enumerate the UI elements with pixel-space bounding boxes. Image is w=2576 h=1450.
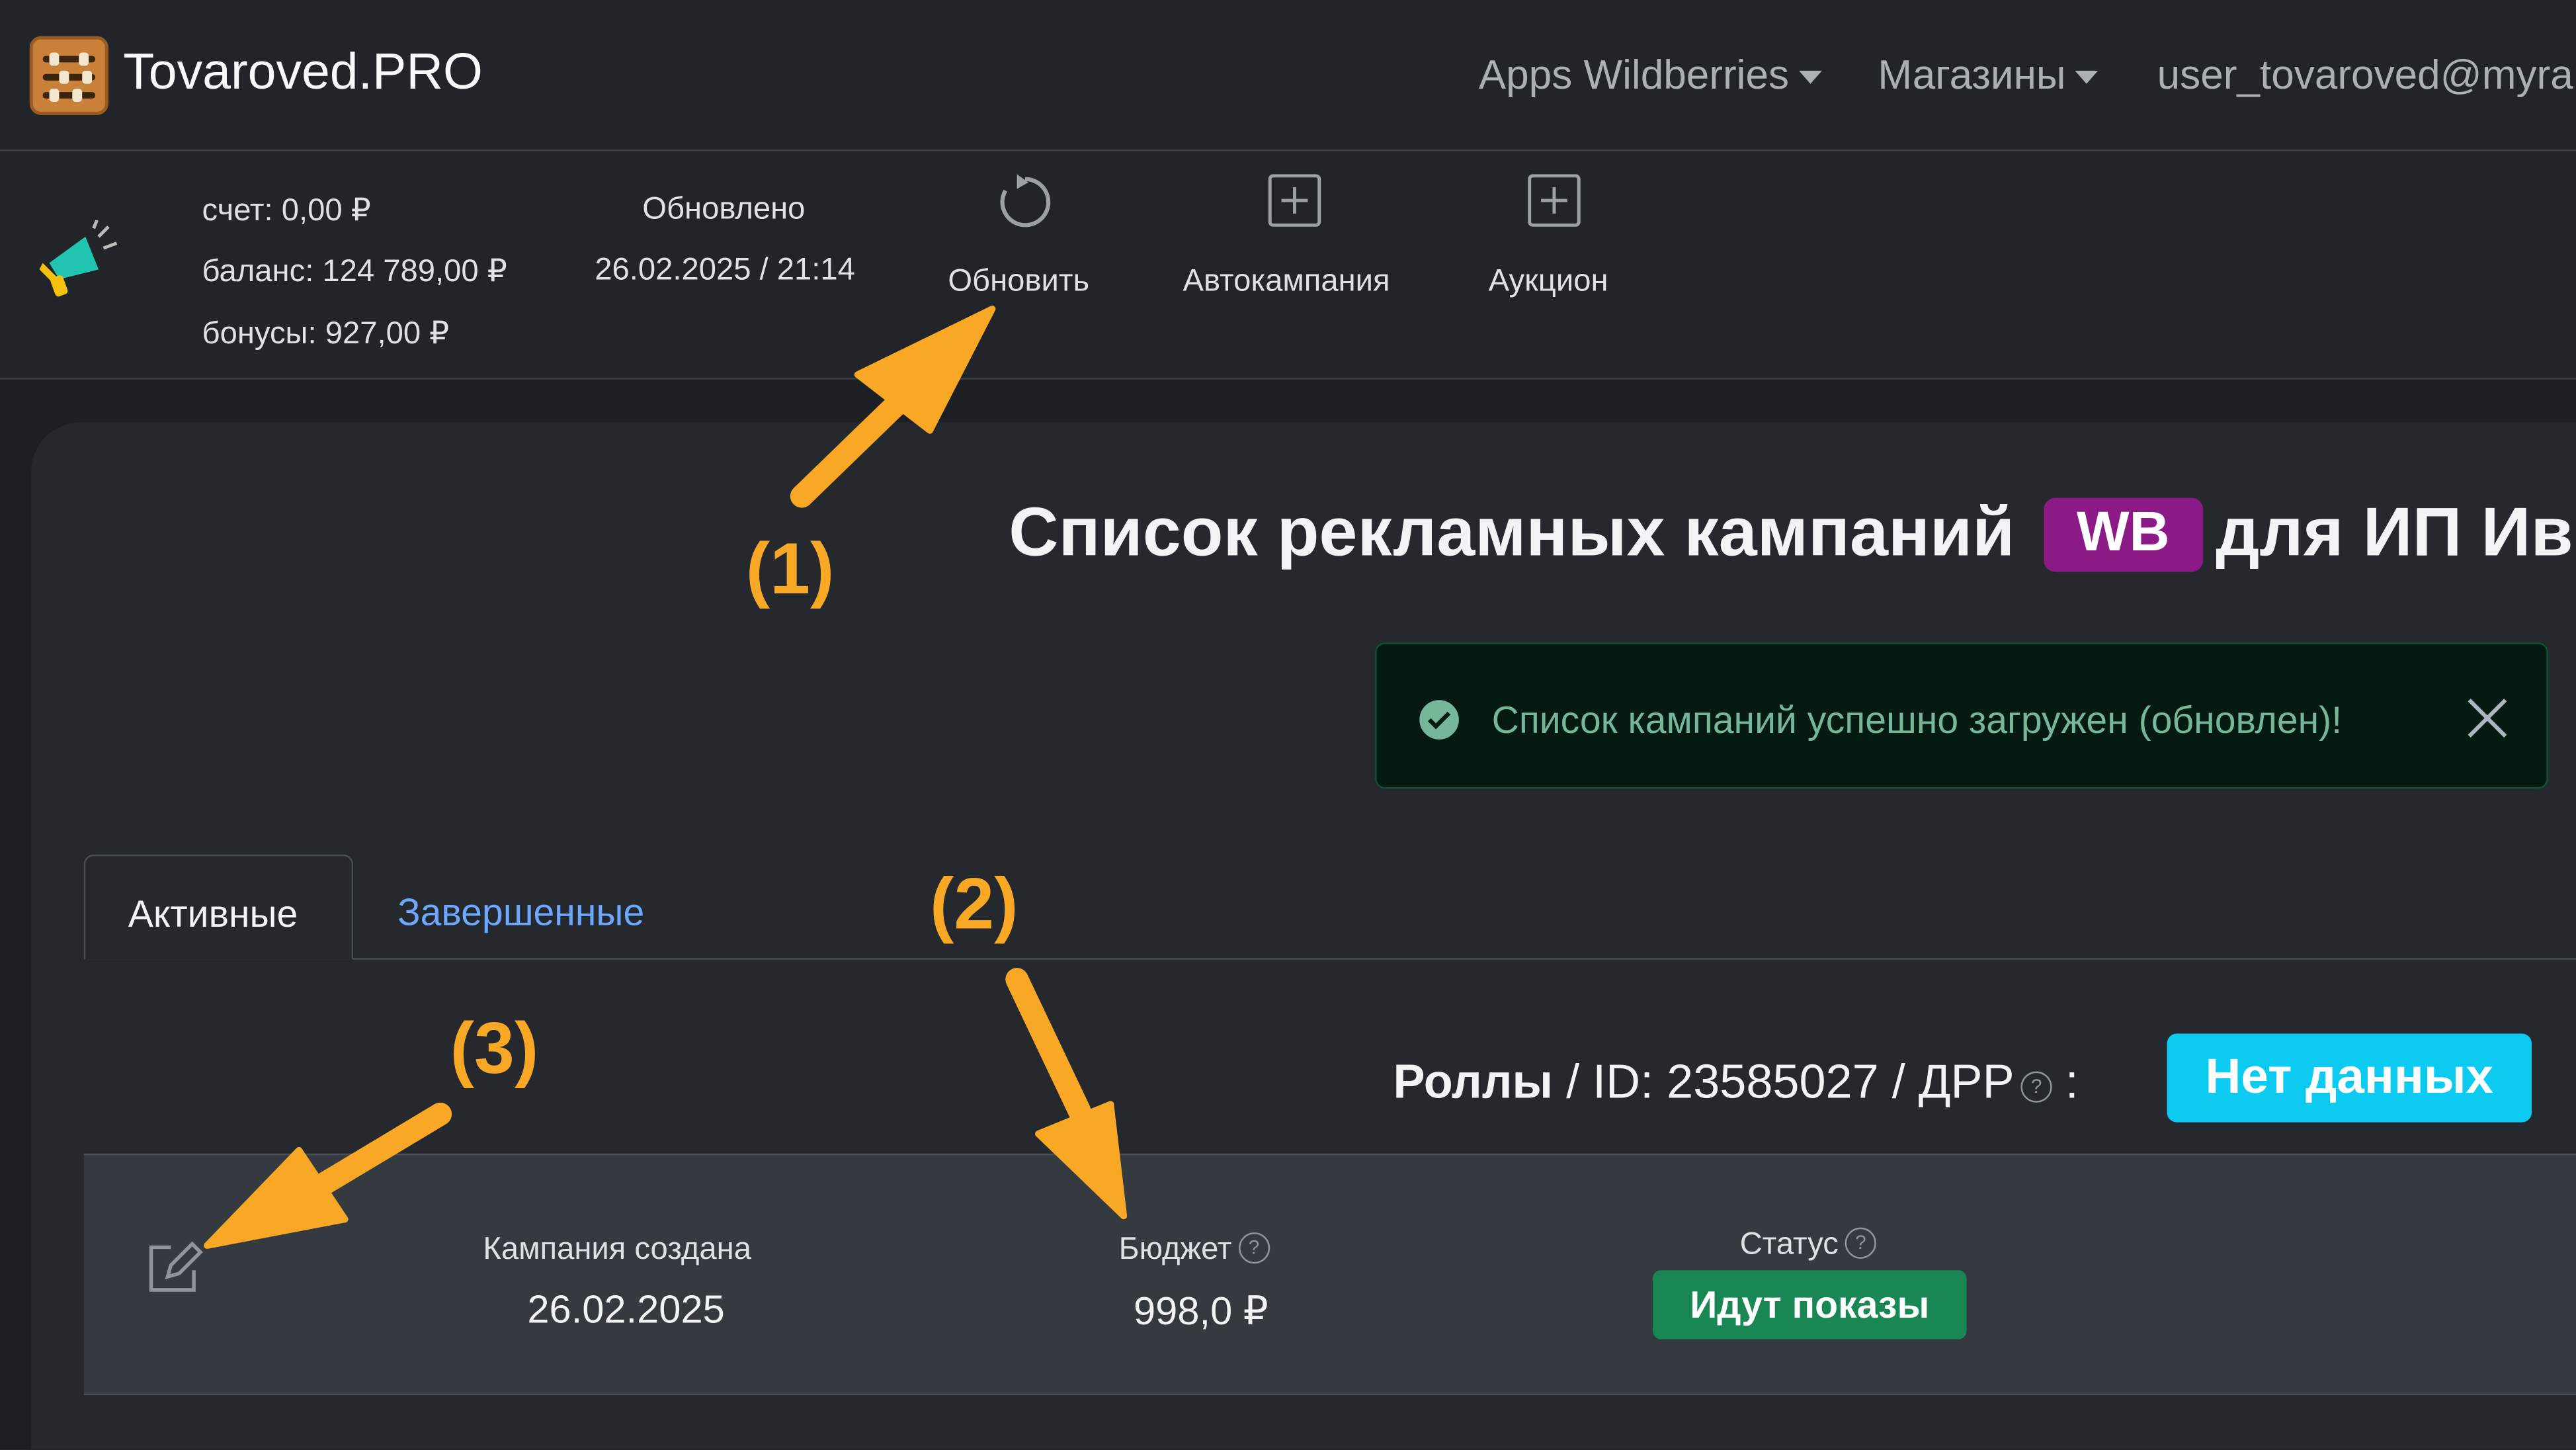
arrow-3-head	[204, 1146, 349, 1249]
annotation-label-2: (2)	[930, 864, 1018, 945]
arrow-2-shaft	[1005, 968, 1091, 1123]
annotation-arrows	[204, 306, 1128, 1249]
annotation-label-1: (1)	[745, 529, 835, 610]
annotation-label-3: (3)	[450, 1009, 539, 1089]
arrow-1-shaft	[790, 382, 919, 508]
arrow-2-head	[1034, 1101, 1128, 1220]
app-window: Tovaroved.PRO Apps Wildberries Магазины …	[0, 0, 2576, 1449]
arrow-3-shaft	[313, 1102, 452, 1195]
